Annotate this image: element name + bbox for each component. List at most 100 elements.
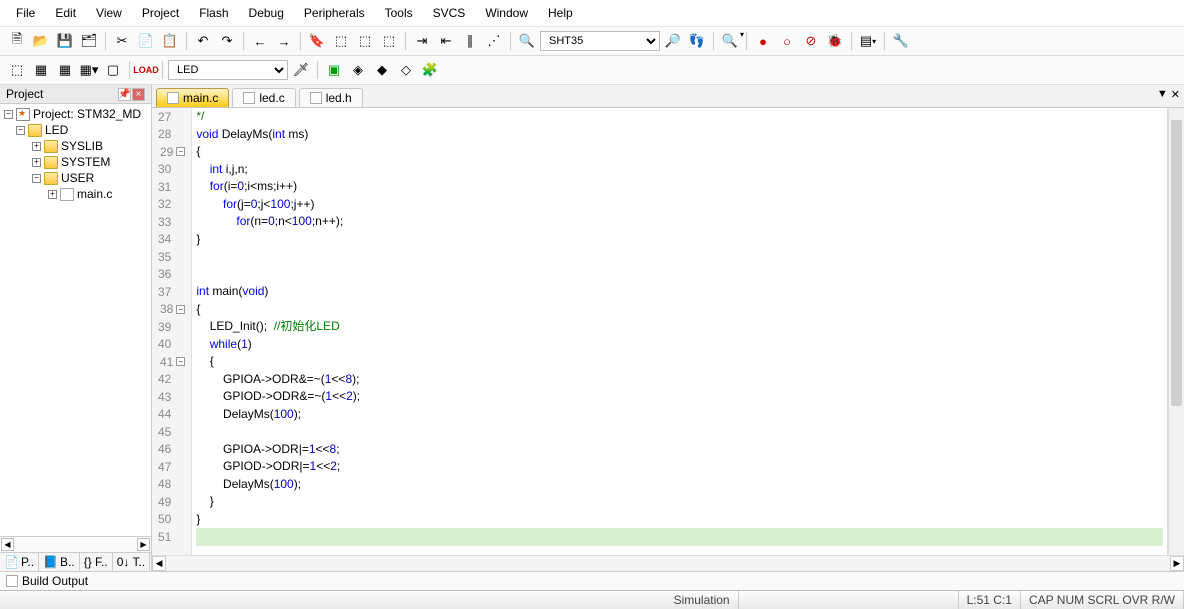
kill-breakpoints-button[interactable]: 🐞	[824, 30, 846, 52]
status-cursor-pos: L:51 C:1	[959, 591, 1021, 609]
workspace: Project 📌 × − Project: STM32_MD − LED + …	[0, 85, 1184, 571]
side-tab-books[interactable]: 📘B..	[39, 553, 80, 571]
folder-icon	[44, 140, 58, 153]
expand-icon[interactable]: +	[32, 142, 41, 151]
expand-icon[interactable]: −	[32, 174, 41, 183]
build-button[interactable]: ▦	[30, 59, 52, 81]
tree-group-system[interactable]: + SYSTEM	[0, 154, 151, 170]
menu-tools[interactable]: Tools	[375, 3, 423, 23]
fold-toggle[interactable]: −	[176, 357, 185, 366]
enable-breakpoint-button[interactable]: ○	[776, 30, 798, 52]
panel-hscroll[interactable]: ◀ ▶	[0, 536, 151, 552]
menu-debug[interactable]: Debug	[239, 3, 294, 23]
rebuild-button[interactable]: ▦	[54, 59, 76, 81]
build-output-tab[interactable]: Build Output	[0, 571, 1184, 590]
clear-bookmarks-button[interactable]: ⬚	[378, 30, 400, 52]
menu-project[interactable]: Project	[132, 3, 189, 23]
folder-icon	[44, 156, 58, 169]
side-tab-templates[interactable]: 0↓ T..	[113, 553, 150, 571]
incremental-find-button[interactable]: 👣	[686, 30, 708, 52]
save-button[interactable]: 💾	[54, 30, 76, 52]
save-all-button[interactable]: 🗂	[78, 30, 100, 52]
file-extensions-button[interactable]: ▣	[323, 59, 345, 81]
menu-view[interactable]: View	[86, 3, 132, 23]
menu-edit[interactable]: Edit	[45, 3, 86, 23]
project-tree[interactable]: − Project: STM32_MD − LED + SYSLIB + SYS…	[0, 104, 151, 536]
tabs-close-button[interactable]: ✕	[1171, 88, 1180, 101]
download-button[interactable]: LOAD	[135, 59, 157, 81]
expand-icon[interactable]: +	[48, 190, 57, 199]
menu-window[interactable]: Window	[475, 3, 538, 23]
scroll-right-icon[interactable]: ▶	[1170, 556, 1184, 571]
nav-forward-button[interactable]: →	[273, 30, 295, 52]
horizontal-scrollbar[interactable]: ◀ ▶	[152, 555, 1184, 571]
code-editor[interactable]: */void DelayMs(int ms){ int i,j,n; for(i…	[192, 108, 1168, 555]
translate-button[interactable]: ⬚	[6, 59, 28, 81]
tree-group-syslib[interactable]: + SYSLIB	[0, 138, 151, 154]
scroll-left-icon[interactable]: ◀	[1, 538, 14, 551]
tab-ledc[interactable]: led.c	[232, 88, 295, 107]
tree-group-led[interactable]: − LED	[0, 122, 151, 138]
tree-label: SYSLIB	[61, 139, 103, 153]
prev-bookmark-button[interactable]: ⬚	[330, 30, 352, 52]
tabs-dropdown-button[interactable]: ▼	[1157, 88, 1168, 101]
tree-label: main.c	[77, 187, 112, 201]
file-icon	[243, 92, 255, 104]
debug-button[interactable]: 🔍▾	[719, 30, 741, 52]
panel-pin-button[interactable]: 📌	[118, 88, 131, 101]
redo-button[interactable]: ↷	[216, 30, 238, 52]
find-in-files-button[interactable]: 🔎	[662, 30, 684, 52]
uncomment-button[interactable]: ⋰	[483, 30, 505, 52]
menu-flash[interactable]: Flash	[189, 3, 238, 23]
fold-toggle[interactable]: −	[176, 147, 185, 156]
project-target-select[interactable]: LED	[168, 60, 288, 80]
tree-group-user[interactable]: − USER	[0, 170, 151, 186]
menu-file[interactable]: File	[6, 3, 45, 23]
select-software-packs-button[interactable]: ◇	[395, 59, 417, 81]
paste-button[interactable]: 📋	[159, 30, 181, 52]
fold-toggle[interactable]: −	[176, 305, 185, 314]
target-options-button[interactable]: 🗡	[290, 59, 312, 81]
menu-peripherals[interactable]: Peripherals	[294, 3, 375, 23]
indent-button[interactable]: ⇥	[411, 30, 433, 52]
bookmark-button[interactable]: 🔖	[306, 30, 328, 52]
target-select[interactable]: SHT35	[540, 31, 660, 51]
manage-rtc-button[interactable]: ◆	[371, 59, 393, 81]
cut-button[interactable]: ✂	[111, 30, 133, 52]
scroll-left-icon[interactable]: ◀	[152, 556, 166, 571]
open-button[interactable]: 📂	[30, 30, 52, 52]
tree-label: SYSTEM	[61, 155, 110, 169]
configure-button[interactable]: 🔧	[890, 30, 912, 52]
disable-breakpoint-button[interactable]: ⊘	[800, 30, 822, 52]
tab-mainc[interactable]: main.c	[156, 88, 229, 107]
expand-icon[interactable]: +	[32, 158, 41, 167]
pack-installer-button[interactable]: 🧩	[419, 59, 441, 81]
stop-build-button[interactable]: ▢	[102, 59, 124, 81]
panel-close-button[interactable]: ×	[132, 88, 145, 101]
project-icon	[16, 108, 30, 121]
new-file-button[interactable]: 🗎	[6, 30, 28, 52]
scroll-right-icon[interactable]: ▶	[137, 538, 150, 551]
vertical-scrollbar[interactable]	[1168, 108, 1184, 555]
comment-button[interactable]: ∥	[459, 30, 481, 52]
batch-build-button[interactable]: ▦▾	[78, 59, 100, 81]
insert-breakpoint-button[interactable]: ●	[752, 30, 774, 52]
copy-button[interactable]: 📄	[135, 30, 157, 52]
status-bar: Simulation L:51 C:1 CAP NUM SCRL OVR R/W	[0, 590, 1184, 609]
undo-button[interactable]: ↶	[192, 30, 214, 52]
tree-root[interactable]: − Project: STM32_MD	[0, 106, 151, 122]
next-bookmark-button[interactable]: ⬚	[354, 30, 376, 52]
side-tab-project[interactable]: 📄P..	[0, 553, 39, 571]
window-layout-button[interactable]: ▤▾	[857, 30, 879, 52]
tree-file-mainc[interactable]: + main.c	[0, 186, 151, 202]
expand-icon[interactable]: −	[4, 110, 13, 119]
outdent-button[interactable]: ⇤	[435, 30, 457, 52]
manage-multi-project-button[interactable]: ◈	[347, 59, 369, 81]
side-tab-functions[interactable]: {} F..	[80, 553, 113, 571]
tab-ledh[interactable]: led.h	[299, 88, 363, 107]
expand-icon[interactable]: −	[16, 126, 25, 135]
nav-back-button[interactable]: ←	[249, 30, 271, 52]
find-button[interactable]: 🔍	[516, 30, 538, 52]
menu-help[interactable]: Help	[538, 3, 583, 23]
menu-svcs[interactable]: SVCS	[423, 3, 476, 23]
